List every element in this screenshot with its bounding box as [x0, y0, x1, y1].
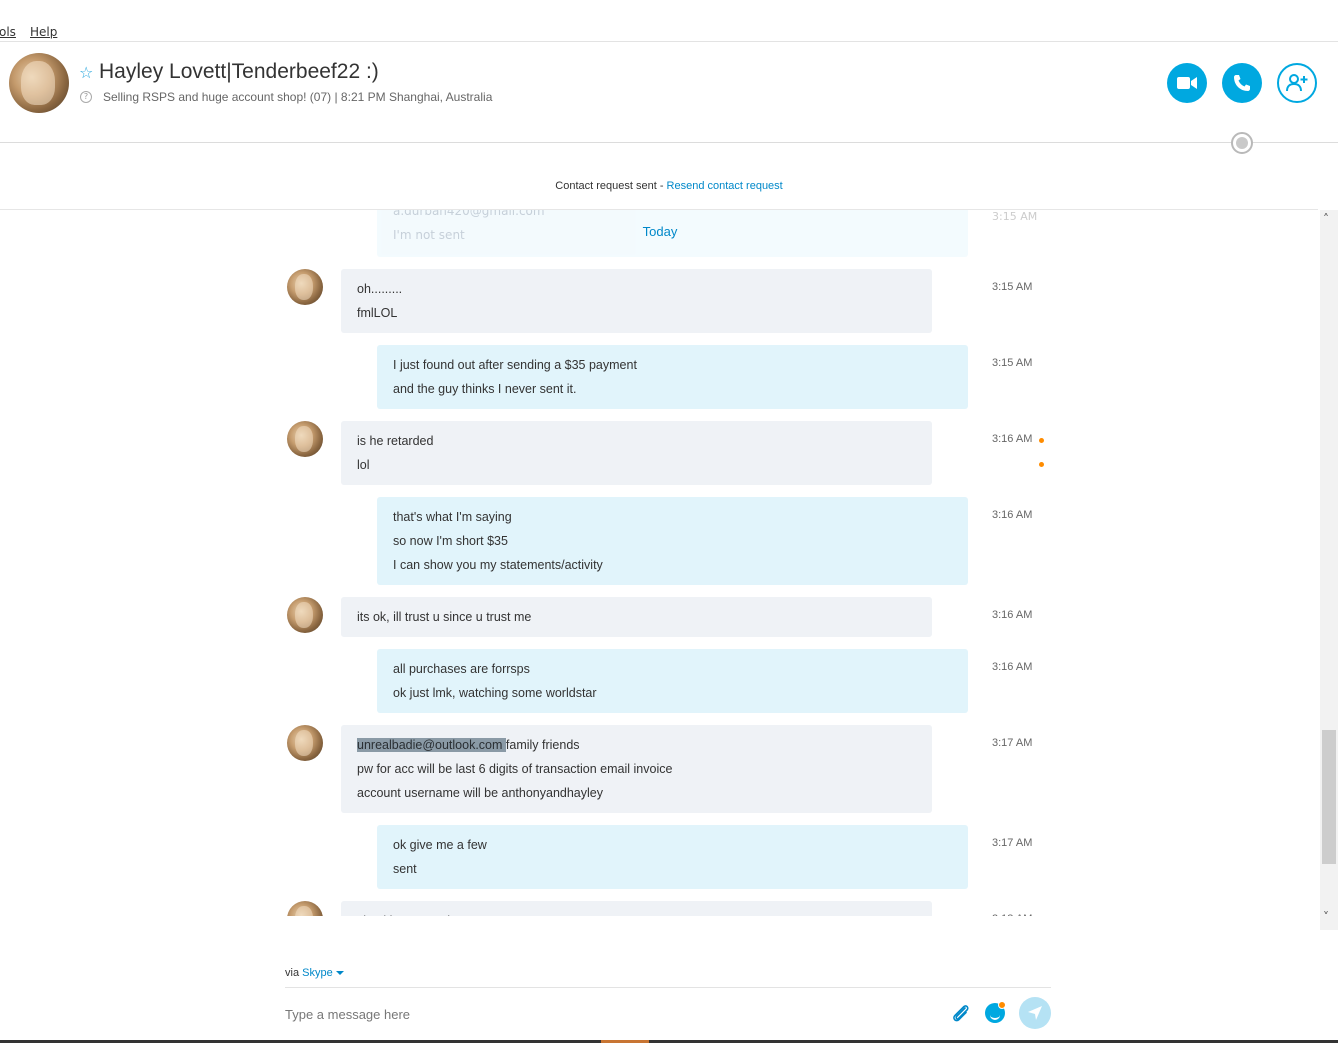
- add-person-icon: [1286, 74, 1308, 92]
- incoming-message-bubble[interactable]: oh......... fmlLOL: [341, 269, 932, 333]
- chevron-down-icon[interactable]: [335, 971, 344, 976]
- menu-tools[interactable]: ols: [0, 25, 16, 39]
- contact-request-text: Contact request sent -: [555, 180, 667, 192]
- message-line: its ok, ill trust u since u trust me: [357, 610, 532, 624]
- scrollbar[interactable]: ˄ ˅: [1320, 210, 1338, 930]
- emoticon-icon[interactable]: [985, 1001, 1006, 1023]
- message-timestamp: 3:16 AM: [992, 433, 1033, 445]
- conversation-header: ☆ Hayley Lovett|Tenderbeef22 :) ? Sellin…: [0, 43, 1338, 143]
- message-line: I can show you my statements/activity: [393, 558, 603, 572]
- incoming-message-bubble[interactable]: unrealbadie@outlook.com family friends pw…: [341, 725, 932, 813]
- outgoing-message-bubble[interactable]: ok give me a few sent: [377, 825, 968, 889]
- service-selector[interactable]: Skype: [302, 967, 333, 979]
- globe-icon[interactable]: [1231, 132, 1253, 154]
- message-line: ok give me a few: [393, 838, 487, 852]
- message-line: oh.........: [357, 282, 403, 296]
- message-line: lol: [357, 458, 370, 472]
- add-people-button[interactable]: [1277, 63, 1317, 103]
- message-line: pw for acc will be last 6 digits of tran…: [357, 762, 673, 776]
- message-line: sent: [393, 862, 417, 876]
- send-button[interactable]: [1019, 997, 1051, 1029]
- message-row: is he retarded lol 3:16 AM: [0, 421, 1320, 485]
- via-service: via Skype: [285, 967, 344, 979]
- message-line: unrealbadie@outlook.com family friends: [357, 733, 916, 757]
- message-line: and the guy thinks I never sent it.: [393, 382, 577, 396]
- favorite-star-icon[interactable]: ☆: [79, 63, 93, 82]
- outgoing-message-bubble[interactable]: that's what I'm saying so now I'm short $…: [377, 497, 968, 585]
- message-timestamp: 3:15 AM: [992, 357, 1033, 369]
- audio-call-button[interactable]: [1222, 63, 1262, 103]
- contact-avatar[interactable]: [9, 53, 69, 113]
- message-row: ok give me a few sent 3:17 AM: [0, 825, 1320, 889]
- message-timestamp: 3:16 AM: [992, 609, 1033, 621]
- message-timestamp: 3:16 AM: [992, 661, 1033, 673]
- menu-bar: ols Help: [0, 0, 1338, 42]
- message-row: its ok, ill trust u since u trust me 3:16…: [0, 597, 1320, 637]
- message-line: is he retarded: [357, 434, 434, 448]
- outgoing-message-bubble[interactable]: all purchases are forrsps ok just lmk, wa…: [377, 649, 968, 713]
- message-line: that's what I'm saying: [393, 510, 512, 524]
- unread-dot: [1039, 438, 1044, 443]
- incoming-message-bubble[interactable]: its ok, ill trust u since u trust me: [341, 597, 932, 637]
- paperclip-icon[interactable]: [950, 1002, 972, 1024]
- faded-time: 3:15 AM: [992, 210, 1038, 223]
- message-line: so now I'm short $35: [393, 534, 508, 548]
- video-camera-icon: [1177, 77, 1197, 89]
- message-line: ok just lmk, watching some worldstar: [393, 686, 597, 700]
- contact-request-notice: Contact request sent - Resend contact re…: [0, 180, 1338, 192]
- message-timestamp: 3:17 AM: [992, 737, 1033, 749]
- faded-line: a.durban420@gmail.com: [393, 210, 545, 218]
- message-line: fmlLOL: [357, 306, 398, 320]
- day-separator: Today: [642, 224, 678, 239]
- skype-window: ols Help ☆ Hayley Lovett|Tenderbeef22 :)…: [0, 0, 1338, 1043]
- sender-avatar[interactable]: [287, 269, 323, 305]
- message-input[interactable]: [285, 1003, 925, 1025]
- message-row: that's what I'm saying so now I'm short $…: [0, 497, 1320, 585]
- phone-icon: [1234, 75, 1250, 91]
- incoming-message-bubble[interactable]: is he retarded lol: [341, 421, 932, 485]
- send-icon: [1028, 1006, 1042, 1020]
- mood-info-icon: ?: [80, 91, 92, 103]
- message-row: all purchases are forrsps ok just lmk, wa…: [0, 649, 1320, 713]
- scroll-down-icon[interactable]: ˅: [1323, 910, 1329, 924]
- via-label: via: [285, 967, 303, 979]
- menu-help[interactable]: Help: [30, 25, 57, 39]
- unread-dot: [1039, 462, 1044, 467]
- scroll-thumb[interactable]: [1322, 730, 1336, 864]
- sender-avatar[interactable]: [287, 421, 323, 457]
- sender-avatar[interactable]: [287, 725, 323, 761]
- contact-name[interactable]: Hayley Lovett|Tenderbeef22 :): [99, 60, 379, 84]
- outgoing-message-bubble[interactable]: I just found out after sending a $35 pay…: [377, 345, 968, 409]
- message-row: unrealbadie@outlook.com family friends pw…: [0, 725, 1320, 813]
- divider: [285, 987, 1051, 988]
- message-row: oh......... fmlLOL 3:15 AM: [0, 269, 1320, 333]
- conversation-history[interactable]: a.durban420@gmail.com I'm not sent 3:15 …: [0, 210, 1320, 930]
- message-timestamp: 3:17 AM: [992, 837, 1033, 849]
- message-line: all purchases are forrsps: [393, 662, 530, 676]
- message-text: family friends: [505, 738, 580, 752]
- mood-message: Selling RSPS and huge account shop! (07)…: [103, 90, 493, 104]
- resend-request-link[interactable]: Resend contact request: [667, 180, 783, 192]
- message-timestamp: 3:16 AM: [992, 509, 1033, 521]
- message-line: I just found out after sending a $35 pay…: [393, 358, 637, 372]
- sender-avatar[interactable]: [287, 597, 323, 633]
- video-call-button[interactable]: [1167, 63, 1207, 103]
- selected-email[interactable]: unrealbadie@outlook.com: [357, 738, 506, 752]
- message-timestamp: 3:15 AM: [992, 281, 1033, 293]
- message-line: account username will be anthonyandhayle…: [357, 786, 603, 800]
- scroll-up-icon[interactable]: ˄: [1323, 212, 1329, 226]
- conversation-bottom-edge: [0, 916, 1320, 930]
- message-row: I just found out after sending a $35 pay…: [0, 345, 1320, 409]
